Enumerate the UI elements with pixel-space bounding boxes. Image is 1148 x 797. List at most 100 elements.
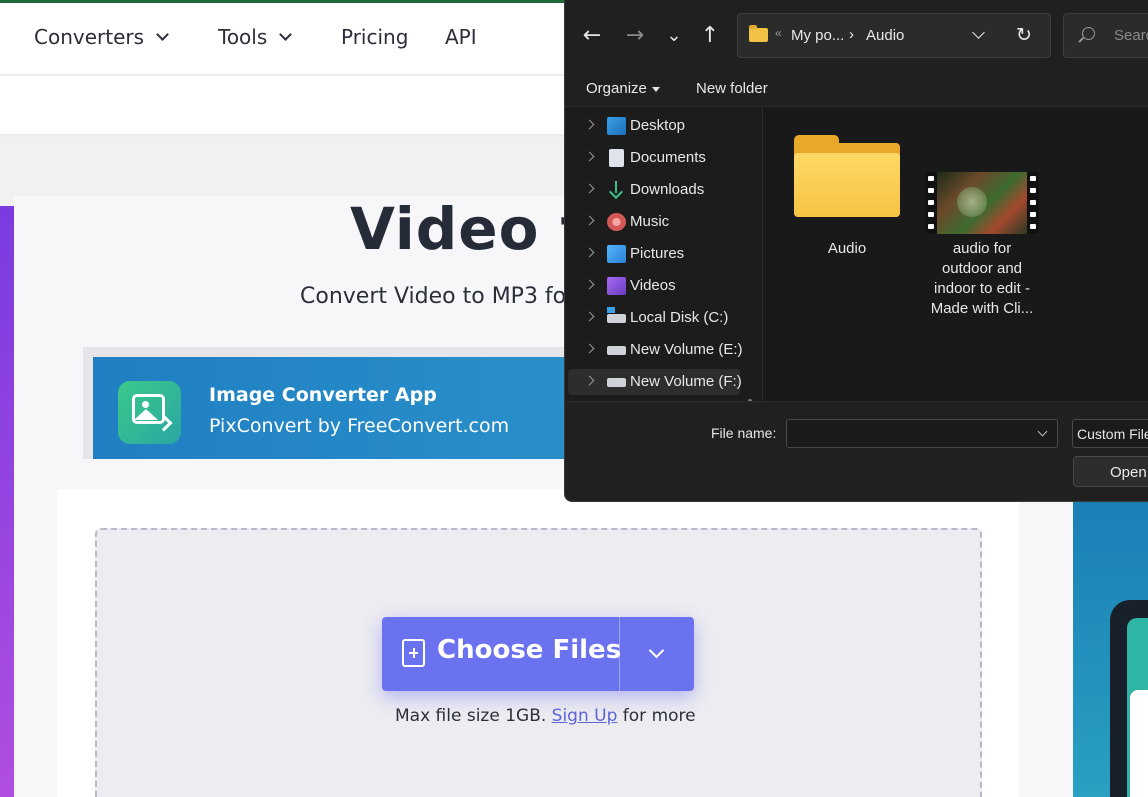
page-subtitle: Convert Video to MP3 for bbox=[300, 284, 576, 309]
chevron-down-icon bbox=[279, 28, 293, 41]
open-button[interactable]: Open bbox=[1073, 456, 1148, 487]
search-box[interactable]: Search Audio bbox=[1063, 13, 1148, 58]
expand-chevron-icon[interactable] bbox=[584, 151, 595, 162]
video-thumbnail-icon bbox=[925, 172, 1039, 234]
banner-subtitle: PixConvert by FreeConvert.com bbox=[209, 415, 510, 437]
nav-tools[interactable]: Tools bbox=[218, 25, 293, 49]
expand-chevron-icon[interactable] bbox=[584, 311, 595, 322]
file-name-input[interactable] bbox=[786, 419, 1058, 448]
chevron-down-icon bbox=[648, 642, 665, 659]
expand-chevron-icon[interactable] bbox=[584, 343, 595, 354]
breadcrumb-my-pc[interactable]: My po... bbox=[791, 27, 844, 44]
add-file-icon bbox=[402, 639, 425, 667]
sidebar-item-new-volume-e[interactable]: New Volume (E:) bbox=[568, 337, 743, 363]
refresh-icon[interactable]: ↻ bbox=[1016, 25, 1036, 45]
sidebar-item-label: Pictures bbox=[630, 245, 685, 262]
nav-converters[interactable]: Converters bbox=[34, 25, 169, 49]
desktop-icon bbox=[607, 117, 626, 135]
chevron-down-icon bbox=[156, 28, 169, 41]
organize-menu[interactable]: Organize bbox=[586, 80, 660, 97]
navigation-pane: Desktop Documents Downloads Music Pictur… bbox=[565, 107, 755, 471]
sidebar-item-label: Videos bbox=[630, 277, 676, 294]
nav-tools-label: Tools bbox=[218, 25, 268, 49]
forward-arrow-icon[interactable]: → bbox=[621, 22, 649, 50]
file-type-value: Custom Files bbox=[1077, 426, 1148, 442]
sidebar-item-label: Music bbox=[630, 213, 670, 230]
dialog-footer: File name: Custom Files Open bbox=[565, 401, 1148, 501]
drive-icon bbox=[607, 346, 626, 355]
sidebar-item-label: Desktop bbox=[630, 117, 686, 134]
sidebar-item-local-disk-c[interactable]: Local Disk (C:) bbox=[568, 305, 740, 331]
back-arrow-icon[interactable]: ← bbox=[578, 22, 606, 50]
expand-chevron-icon[interactable] bbox=[584, 183, 595, 194]
max-size-text: Max file size 1GB. bbox=[395, 706, 547, 726]
sidebar-item-documents[interactable]: Documents bbox=[568, 145, 740, 171]
nav-api-label: API bbox=[445, 25, 477, 49]
up-arrow-icon[interactable]: ↑ bbox=[696, 22, 724, 50]
pictures-icon bbox=[607, 245, 626, 263]
file-name-line: audio for bbox=[952, 240, 1012, 257]
sidebar-item-pictures[interactable]: Pictures bbox=[568, 241, 740, 267]
file-name-label: File name: bbox=[711, 425, 777, 441]
banner-title: Image Converter App bbox=[209, 384, 437, 406]
sidebar-item-label: Local Disk (C:) bbox=[630, 309, 729, 326]
sidebar-item-new-volume-f[interactable]: New Volume (F:) bbox=[568, 369, 742, 395]
breadcrumb-separator-icon[interactable]: › bbox=[849, 26, 854, 43]
nav-pricing-label: Pricing bbox=[341, 25, 409, 49]
file-name-line: indoor to edit - bbox=[934, 280, 1030, 297]
address-history-chevron-icon[interactable] bbox=[972, 26, 985, 39]
breadcrumb-audio[interactable]: Audio bbox=[866, 27, 904, 44]
choose-files-button-group: Choose Files bbox=[382, 617, 694, 691]
overflow-crumbs-icon[interactable]: « bbox=[775, 26, 782, 40]
left-ad-strip bbox=[0, 206, 14, 797]
sidebar-item-label: New Volume (E:) bbox=[630, 341, 743, 358]
sidebar-item-music[interactable]: Music bbox=[568, 209, 740, 235]
file-item-label: audio for outdoor and indoor to edit - M… bbox=[922, 239, 1042, 319]
expand-chevron-icon[interactable] bbox=[584, 247, 595, 258]
sidebar-item-label: New Volume (F:) bbox=[630, 373, 742, 390]
expand-chevron-icon[interactable] bbox=[584, 279, 595, 290]
choose-source-dropdown[interactable] bbox=[620, 617, 694, 691]
open-button-label: Open bbox=[1110, 464, 1147, 481]
nav-pricing[interactable]: Pricing bbox=[341, 25, 408, 49]
downloads-icon bbox=[607, 181, 626, 199]
nav-api[interactable]: API bbox=[445, 25, 477, 49]
phone-screen-content bbox=[1130, 690, 1148, 797]
search-placeholder: Search Audio bbox=[1114, 27, 1148, 44]
file-name-line: Made with Cli... bbox=[930, 300, 1034, 317]
caret-down-icon bbox=[651, 86, 660, 92]
command-bar: Organize New folder bbox=[565, 72, 1148, 107]
file-list: Audio audio for outdoor and indoor to ed… bbox=[763, 107, 1148, 401]
local-disk-icon bbox=[607, 307, 626, 323]
expand-chevron-icon[interactable] bbox=[584, 119, 595, 130]
recent-locations-icon[interactable]: ⌄ bbox=[660, 22, 688, 50]
folder-icon bbox=[794, 135, 900, 217]
new-folder-button[interactable]: New folder bbox=[696, 80, 768, 97]
nav-converters-label: Converters bbox=[34, 25, 145, 49]
drive-icon bbox=[607, 378, 626, 387]
chevron-down-icon[interactable] bbox=[1037, 426, 1048, 437]
sidebar-item-downloads[interactable]: Downloads bbox=[568, 177, 740, 203]
image-converter-app-icon bbox=[118, 381, 181, 444]
sidebar-item-label: Documents bbox=[630, 149, 706, 166]
expand-chevron-icon[interactable] bbox=[584, 215, 595, 226]
search-icon bbox=[1082, 27, 1095, 40]
choose-files-label: Choose Files bbox=[437, 635, 622, 665]
file-open-dialog: ← → ⌄ ↑ « My po... › Audio ↻ Search Audi… bbox=[564, 0, 1148, 502]
sidebar-item-desktop[interactable]: Desktop bbox=[568, 113, 740, 139]
file-item-label: Audio bbox=[827, 240, 867, 257]
folder-icon bbox=[749, 25, 768, 42]
file-name-line: outdoor and bbox=[941, 260, 1023, 277]
music-icon bbox=[607, 213, 626, 231]
sign-up-link[interactable]: Sign Up bbox=[552, 706, 618, 726]
documents-icon bbox=[609, 149, 624, 167]
sidebar-item-videos[interactable]: Videos bbox=[568, 273, 740, 299]
address-bar[interactable]: « My po... › Audio bbox=[737, 13, 1051, 58]
choose-files-button[interactable]: Choose Files bbox=[382, 617, 622, 691]
sidebar-item-label: Downloads bbox=[630, 181, 705, 198]
max-size-suffix: for more bbox=[622, 706, 696, 726]
expand-chevron-icon[interactable] bbox=[584, 375, 595, 386]
organize-label: Organize bbox=[586, 80, 647, 97]
file-type-select[interactable]: Custom Files bbox=[1072, 419, 1148, 448]
videos-icon bbox=[607, 277, 626, 295]
